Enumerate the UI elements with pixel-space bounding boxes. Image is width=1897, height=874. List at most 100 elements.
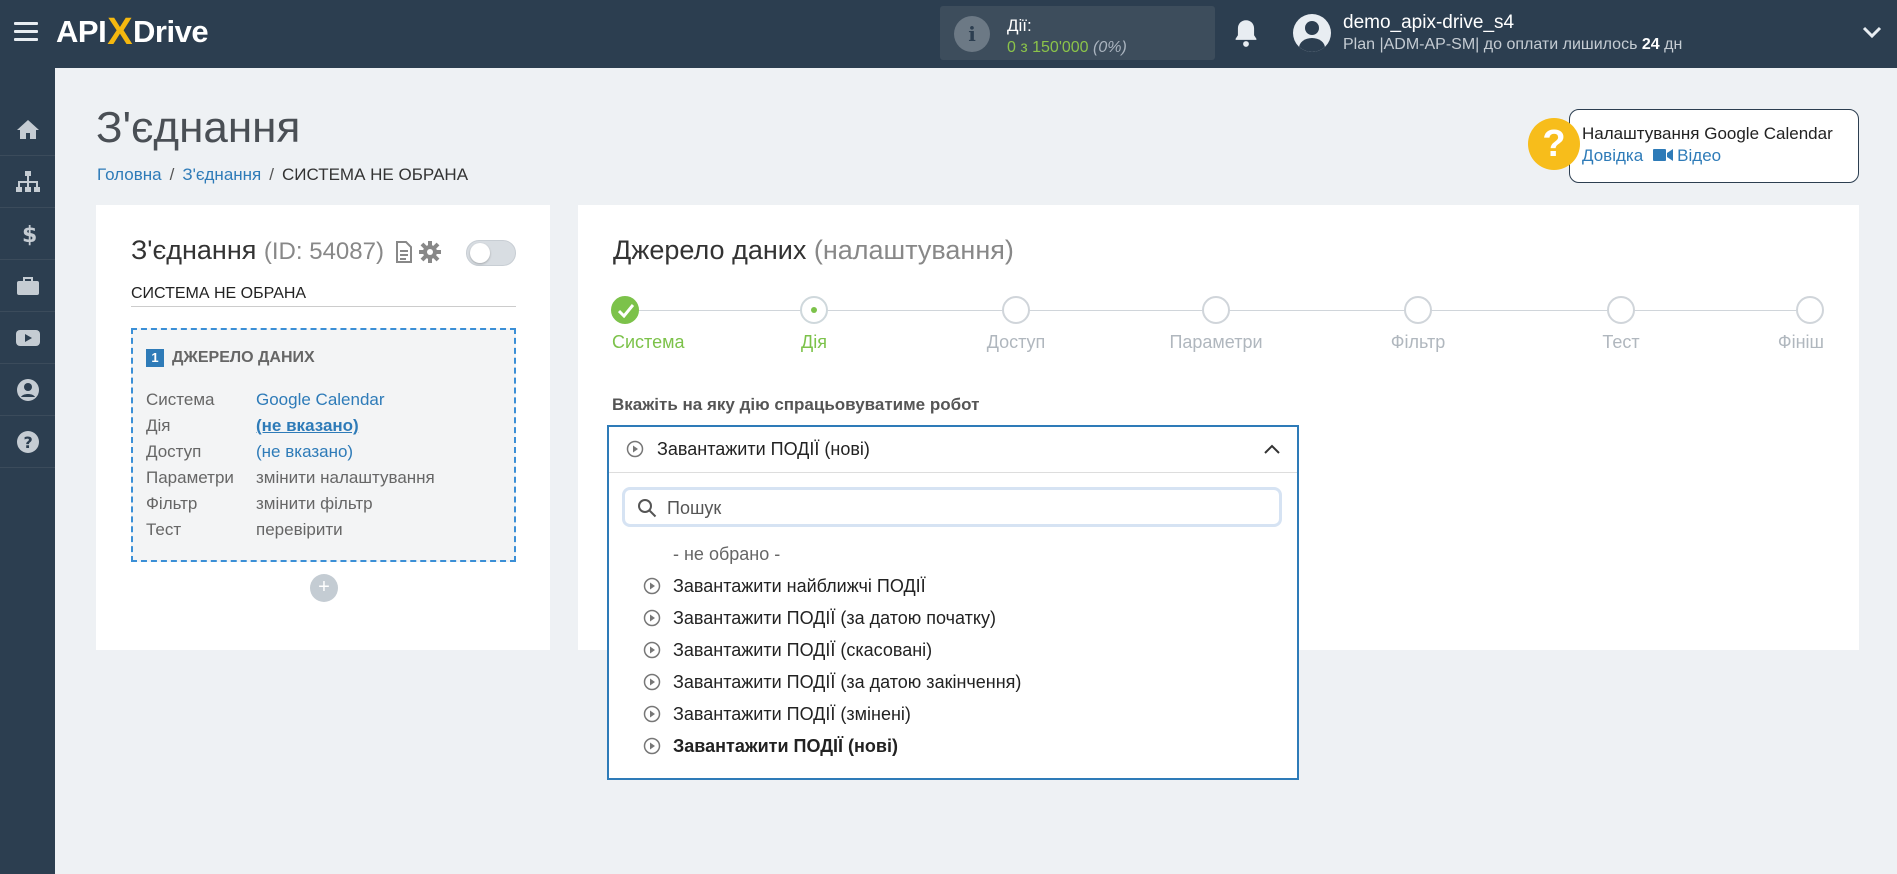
row-label-test: Тест	[146, 520, 182, 539]
step-label-test[interactable]: Тест	[1602, 332, 1639, 353]
username[interactable]: demo_apix-drive_s4	[1343, 12, 1514, 34]
connection-title-text: З'єднання	[131, 235, 257, 265]
data-source-block[interactable]: 1 ДЖЕРЕЛО ДАНИХ Система Google Calendar …	[131, 328, 516, 562]
dollar-icon: $	[22, 223, 37, 247]
step-label-params[interactable]: Параметри	[1169, 332, 1262, 353]
sidebar-item-connections[interactable]	[0, 156, 55, 208]
step-dot-access[interactable]	[1002, 296, 1030, 324]
svg-text:$: $	[22, 223, 37, 247]
top-bar: API X Drive i Дії: 0 з 150'000 (0%) demo_a…	[0, 0, 1897, 68]
plan-suffix: дн	[1659, 36, 1683, 53]
step-label-system[interactable]: Система	[612, 332, 685, 353]
select-value: Завантажити ПОДІЇ (нові)	[657, 439, 870, 459]
breadcrumb-separator: /	[169, 165, 175, 184]
document-icon[interactable]	[395, 241, 413, 263]
step-dot-filter[interactable]	[1404, 296, 1432, 324]
step-label-action[interactable]: Дія	[801, 332, 827, 353]
play-circle-icon	[643, 577, 661, 595]
step-dot-params[interactable]	[1202, 296, 1230, 324]
source-number-badge: 1	[146, 349, 164, 367]
briefcase-icon	[16, 276, 39, 295]
actions-counter: i Дії: 0 з 150'000 (0%)	[940, 6, 1215, 60]
play-circle-icon	[643, 737, 661, 755]
help-video-label: Відео	[1677, 146, 1722, 165]
connection-card: З'єднання (ID: 54087) СИСТЕМА НЕ ОБРАНА …	[96, 205, 550, 650]
row-value-access[interactable]: (не вказано)	[256, 442, 353, 462]
option-label: Завантажити ПОДІЇ (за датою початку)	[673, 608, 996, 628]
step-dot-action[interactable]	[800, 296, 828, 324]
play-circle-icon	[643, 673, 661, 691]
row-value-action[interactable]: (не вказано)	[256, 416, 359, 436]
bell-icon[interactable]	[1232, 18, 1260, 48]
data-source-title: Джерело даних (налаштування)	[613, 235, 1014, 266]
breadcrumb-home[interactable]: Головна	[97, 165, 162, 184]
connection-toggle[interactable]	[466, 240, 516, 266]
breadcrumb-connections[interactable]: З'єднання	[182, 165, 261, 184]
play-circle-icon	[626, 440, 644, 458]
sidebar-item-briefcase[interactable]	[0, 260, 55, 312]
plan-info: Plan |ADM-AP-SM| до оплати лишилось 24 д…	[1343, 36, 1682, 54]
step-dot-finish[interactable]	[1796, 296, 1824, 324]
row-value-params: змінити налаштування	[256, 468, 435, 487]
page-title: З'єднання	[96, 103, 301, 152]
avatar[interactable]	[1293, 14, 1331, 52]
chevron-up-icon[interactable]	[1263, 443, 1281, 455]
step-label-filter[interactable]: Фільтр	[1391, 332, 1445, 353]
search-box[interactable]	[622, 487, 1282, 527]
help-links: Довідка Відео	[1582, 146, 1721, 166]
search-input[interactable]	[667, 494, 1267, 522]
play-circle-icon	[643, 641, 661, 659]
help-title: Налаштування Google Calendar	[1582, 124, 1833, 143]
option-events-new[interactable]: Завантажити ПОДІЇ (нові)	[609, 731, 1297, 761]
user-icon	[16, 378, 39, 401]
option-label: Завантажити ПОДІЇ (за датою закінчення)	[673, 672, 1022, 692]
source-title: ДЖЕРЕЛО ДАНИХ	[172, 349, 315, 366]
step-label-access[interactable]: Доступ	[987, 332, 1046, 353]
breadcrumb: Головна / З'єднання / СИСТЕМА НЕ ОБРАНА	[97, 165, 468, 185]
actions-percent: (0%)	[1093, 39, 1127, 56]
logo-text-right: Drive	[133, 14, 209, 49]
sidebar-item-video[interactable]	[0, 312, 55, 364]
actions-count-value: 0 з 150'000	[1007, 39, 1089, 56]
row-label-system: Система	[146, 390, 215, 409]
row-value-test: перевірити	[256, 520, 343, 539]
add-block-button[interactable]: +	[310, 574, 338, 602]
gear-icon[interactable]	[418, 240, 442, 264]
info-icon: i	[954, 16, 990, 52]
option-label: Завантажити найближчі ПОДІЇ	[673, 576, 926, 596]
sidebar-item-billing[interactable]: $	[0, 208, 55, 260]
sidebar-item-profile[interactable]	[0, 364, 55, 416]
select-header[interactable]: Завантажити ПОДІЇ (нові)	[609, 427, 1297, 473]
check-icon	[618, 304, 634, 318]
logo-x: X	[107, 10, 133, 53]
step-dot-system[interactable]	[611, 296, 639, 324]
row-label-access: Доступ	[146, 442, 202, 461]
option-label: Завантажити ПОДІЇ (скасовані)	[673, 640, 933, 660]
row-label-filter: Фільтр	[146, 494, 198, 513]
actions-label: Дії:	[1007, 16, 1032, 35]
step-dot-test[interactable]	[1607, 296, 1635, 324]
menu-icon[interactable]	[14, 22, 38, 42]
sidebar-item-home[interactable]	[0, 104, 55, 156]
option-events-cancelled[interactable]: Завантажити ПОДІЇ (скасовані)	[609, 635, 1297, 665]
row-value-system[interactable]: Google Calendar	[256, 390, 385, 410]
action-select[interactable]: Завантажити ПОДІЇ (нові) - не обрано - З…	[607, 425, 1299, 780]
option-label: Завантажити ПОДІЇ (змінені)	[673, 704, 911, 724]
row-label-action: Дія	[146, 416, 171, 435]
option-none[interactable]: - не обрано -	[609, 539, 1297, 569]
breadcrumb-current: СИСТЕМА НЕ ОБРАНА	[282, 165, 469, 184]
chevron-down-icon[interactable]	[1862, 24, 1882, 40]
option-nearest-events[interactable]: Завантажити найближчі ПОДІЇ	[609, 571, 1297, 601]
apixdrive-logo[interactable]: API X Drive	[56, 10, 209, 53]
sidebar-item-help[interactable]: ?	[0, 416, 55, 468]
help-video-link[interactable]: Відео	[1653, 146, 1721, 165]
help-icon: ?	[16, 430, 39, 453]
step-label-finish[interactable]: Фініш	[1778, 332, 1824, 353]
option-events-by-end[interactable]: Завантажити ПОДІЇ (за датою закінчення)	[609, 667, 1297, 697]
row-value-filter: змінити фільтр	[256, 494, 373, 513]
help-docs-link[interactable]: Довідка	[1582, 146, 1643, 165]
option-events-by-start[interactable]: Завантажити ПОДІЇ (за датою початку)	[609, 603, 1297, 633]
plan-days: 24	[1641, 36, 1660, 53]
video-camera-icon	[1653, 149, 1674, 161]
option-events-changed[interactable]: Завантажити ПОДІЇ (змінені)	[609, 699, 1297, 729]
